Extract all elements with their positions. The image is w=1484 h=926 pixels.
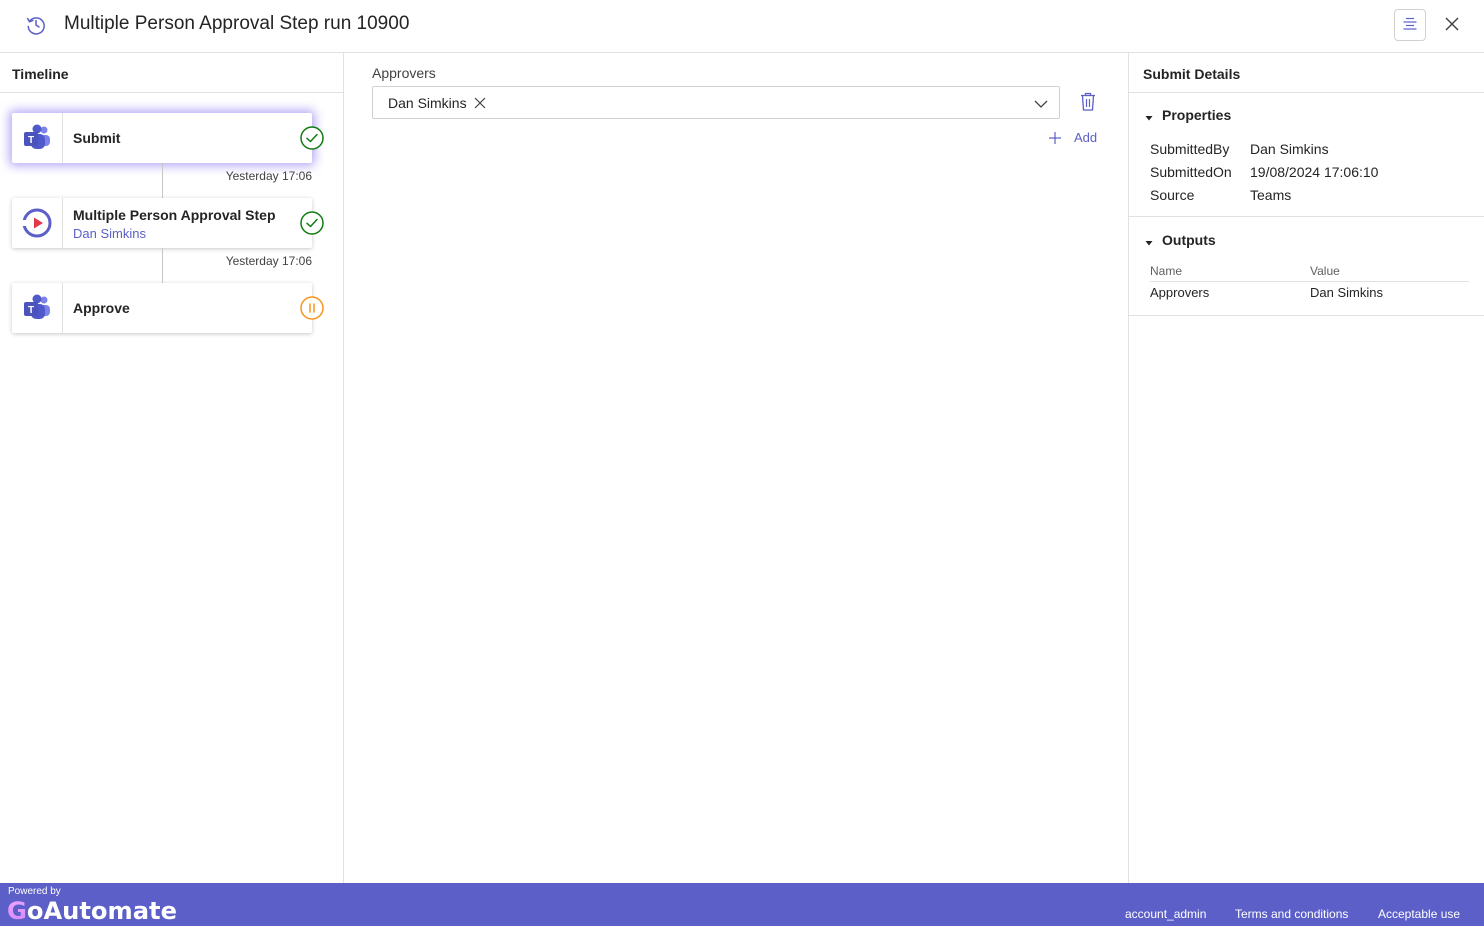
delete-icon[interactable] bbox=[1078, 91, 1098, 113]
approver-chip-label: Dan Simkins bbox=[388, 95, 467, 111]
footer-bar: Powered by GoAutomate account_admin Term… bbox=[0, 883, 1484, 926]
toggle-details-button[interactable] bbox=[1394, 9, 1426, 41]
add-label: Add bbox=[1074, 130, 1098, 145]
caret-down-icon bbox=[1144, 110, 1154, 121]
footer-link-terms[interactable]: Terms and conditions bbox=[1235, 907, 1348, 921]
outputs-toggle[interactable]: Outputs bbox=[1129, 229, 1484, 251]
approvers-label: Approvers bbox=[372, 65, 436, 81]
step-timestamp: Yesterday 17:06 bbox=[225, 169, 312, 183]
page-title: Multiple Person Approval Step run 10900 bbox=[64, 13, 410, 34]
footer-link-acceptable-use[interactable]: Acceptable use bbox=[1378, 907, 1460, 921]
properties-toggle[interactable]: Properties bbox=[1129, 104, 1484, 126]
properties-section: Properties SubmittedBy Dan Simkins Submi… bbox=[1129, 93, 1484, 217]
timeline-step-approval[interactable]: Multiple Person Approval Step Dan Simkin… bbox=[12, 198, 324, 248]
output-name: Approvers bbox=[1150, 285, 1210, 300]
header-bar: Multiple Person Approval Step run 10900 bbox=[0, 0, 1484, 53]
outputs-header-row: Name Value bbox=[1150, 262, 1469, 282]
property-value: Teams bbox=[1250, 187, 1292, 203]
properties-label: Properties bbox=[1162, 107, 1232, 123]
outputs-section: Outputs Name Value Approvers Dan Simkins bbox=[1129, 217, 1484, 316]
output-value: Dan Simkins bbox=[1310, 285, 1383, 300]
property-row: SubmittedBy Dan Simkins bbox=[1150, 138, 1484, 161]
step-label: Approve bbox=[73, 300, 130, 316]
timeline-step-approve[interactable]: T Approve bbox=[12, 283, 324, 333]
caret-down-icon bbox=[1144, 235, 1154, 246]
properties-list: SubmittedBy Dan Simkins SubmittedOn 19/0… bbox=[1129, 138, 1484, 207]
column-header-value: Value bbox=[1310, 264, 1340, 278]
property-row: SubmittedOn 19/08/2024 17:06:10 bbox=[1150, 161, 1484, 184]
remove-approver-icon[interactable] bbox=[473, 96, 487, 110]
close-button[interactable] bbox=[1440, 13, 1464, 37]
property-value: Dan Simkins bbox=[1250, 141, 1329, 157]
add-approver-button[interactable]: Add bbox=[1048, 130, 1097, 145]
details-title: Submit Details bbox=[1129, 53, 1484, 93]
chevron-down-icon[interactable] bbox=[1033, 96, 1049, 112]
timeline-title: Timeline bbox=[0, 53, 343, 93]
align-center-icon bbox=[1402, 16, 1418, 35]
teams-icon: T bbox=[12, 283, 63, 333]
timeline-panel: Timeline T Submit Yesterday 17:06 Multip… bbox=[0, 53, 344, 883]
step-timestamp: Yesterday 17:06 bbox=[225, 254, 312, 268]
goautomate-play-icon bbox=[12, 198, 63, 248]
step-editor-panel: Approvers Dan Simkins Add bbox=[344, 53, 1129, 883]
outputs-table: Name Value Approvers Dan Simkins bbox=[1150, 262, 1469, 304]
svg-text:GoAutomate: GoAutomate bbox=[7, 897, 177, 925]
property-key: SubmittedBy bbox=[1150, 141, 1230, 157]
outputs-label: Outputs bbox=[1162, 232, 1216, 248]
goautomate-logo: GoAutomate bbox=[7, 897, 177, 925]
property-value: 19/08/2024 17:06:10 bbox=[1250, 164, 1379, 180]
approver-chip: Dan Simkins bbox=[388, 95, 487, 111]
column-header-name: Name bbox=[1150, 264, 1183, 278]
svg-text:T: T bbox=[28, 135, 34, 146]
property-key: Source bbox=[1150, 187, 1195, 203]
teams-icon: T bbox=[12, 113, 63, 163]
property-key: SubmittedOn bbox=[1150, 164, 1232, 180]
timeline-step-submit[interactable]: T Submit bbox=[12, 113, 324, 163]
close-icon bbox=[1445, 17, 1459, 34]
check-circle-icon bbox=[300, 126, 324, 150]
footer-link-account-admin[interactable]: account_admin bbox=[1125, 907, 1206, 921]
step-label: Multiple Person Approval Step bbox=[73, 207, 276, 223]
plus-icon bbox=[1048, 131, 1062, 145]
approvers-picker[interactable]: Dan Simkins bbox=[372, 86, 1060, 119]
check-circle-icon bbox=[300, 211, 324, 235]
property-row: Source Teams bbox=[1150, 184, 1484, 207]
step-label: Submit bbox=[73, 130, 121, 146]
history-icon bbox=[25, 14, 47, 36]
pause-circle-icon bbox=[300, 296, 324, 320]
table-row: Approvers Dan Simkins bbox=[1150, 282, 1469, 304]
details-panel: Submit Details Properties SubmittedBy Da… bbox=[1128, 53, 1484, 883]
svg-text:T: T bbox=[28, 305, 34, 316]
step-assignee: Dan Simkins bbox=[73, 226, 146, 241]
